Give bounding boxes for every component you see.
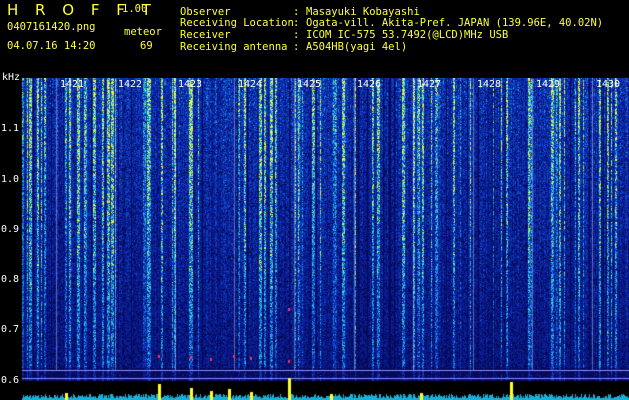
info-value-antenna: A504HB(yagi 4el) [306,41,408,53]
time-label: 1425 [297,79,322,90]
time-label: 1422 [118,79,143,90]
time-label: 1426 [357,79,382,90]
file-name: 0407161420.png [7,21,96,33]
info-key-antenna: Receiving antenna [180,41,288,53]
time-label: 1424 [238,79,263,90]
timestamp: 04.07.16 14:20 [7,40,96,52]
time-label: 1423 [178,79,203,90]
info-value-receiver: ICOM IC-575 53.7492(@LCD)MHz USB [306,29,509,41]
y-tick-label: 0.7 [1,324,20,335]
header-panel: H R O F F T 1.00 0407161420.png 04.07.16… [0,0,629,78]
y-tick-label: 1.0 [1,174,20,185]
info-key-location: Receiving Location [180,17,294,29]
y-tick-label: 0.6 [1,375,20,386]
meteor-count: 69 [140,40,153,52]
info-colon-antenna: : [293,41,300,53]
info-value-location: Ogata-vill. Akita-Pref. JAPAN (139.96E, … [306,17,604,29]
y-tick-label: 0.8 [1,274,20,285]
axis-unit-label: kHz [2,72,21,83]
info-colon-receiver: : [293,29,300,41]
info-colon-location: : [293,17,300,29]
y-tick-label: 1.1 [1,123,20,134]
meteor-label: meteor [124,26,162,38]
time-label: 1428 [477,79,502,90]
spectrogram [0,78,629,400]
app-version: 1.00 [122,3,148,15]
time-label: 1429 [536,79,561,90]
info-key-receiver: Receiver [180,29,231,41]
y-tick-label: 0.9 [1,224,20,235]
time-label: 1430 [596,79,621,90]
time-label: 1427 [417,79,442,90]
time-label: 1421 [60,79,85,90]
